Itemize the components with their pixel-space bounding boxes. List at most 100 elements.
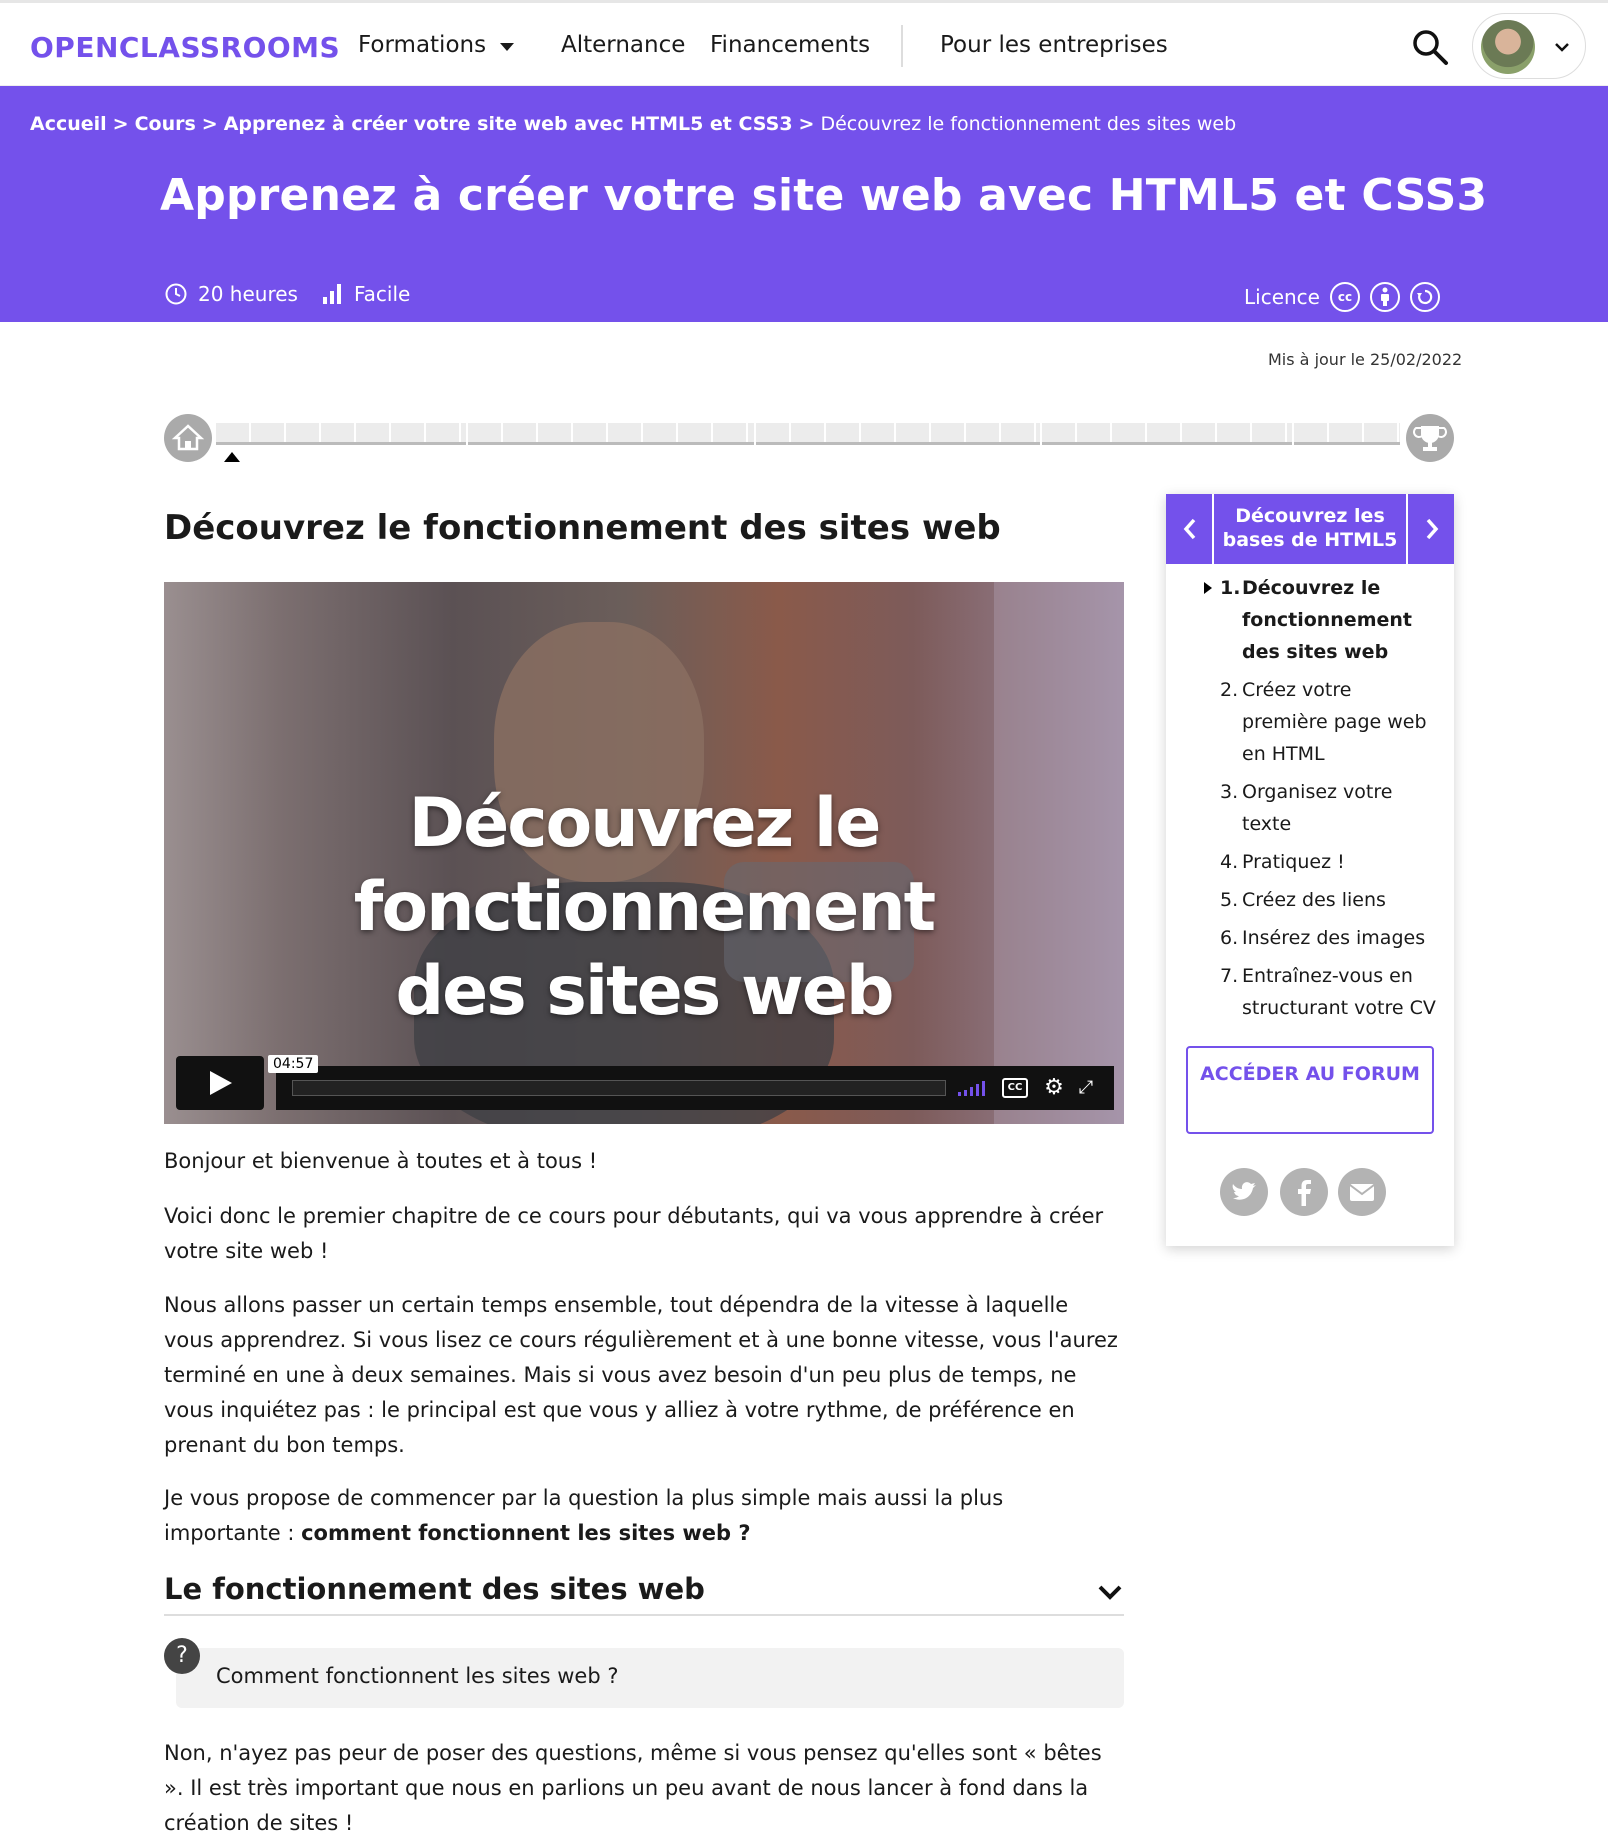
chevron-down-icon[interactable] — [1096, 1582, 1124, 1602]
nav-divider — [901, 25, 903, 67]
video-scrubber[interactable] — [292, 1080, 946, 1096]
course-level: Facile — [320, 282, 410, 306]
next-part-button[interactable] — [1406, 494, 1454, 564]
section-header[interactable]: Le fonctionnement des sites web — [164, 1568, 1124, 1616]
licence[interactable]: Licence cc — [1244, 282, 1440, 312]
course-title: Apprenez à créer votre site web avec HTM… — [160, 170, 1488, 221]
chapter-list: 1. Découvrez le fonctionnement des sites … — [1166, 572, 1454, 1030]
caret-down-icon[interactable] — [500, 43, 514, 51]
course-progress-bar — [164, 414, 1454, 462]
video-duration: 04:57 — [268, 1055, 319, 1073]
breadcrumb-home[interactable]: Accueil — [30, 113, 107, 135]
question-callout: ? Comment fonctionnent les sites web ? — [164, 1638, 1124, 1708]
search-icon[interactable] — [1410, 27, 1450, 67]
chapter-number: 3. — [1220, 781, 1239, 803]
chevron-left-icon — [1183, 518, 1196, 540]
volume-icon[interactable] — [958, 1080, 990, 1096]
captions-icon[interactable]: CC — [1002, 1078, 1028, 1098]
chapter-item-5[interactable]: 5. Créez des liens — [1166, 884, 1454, 916]
avatar — [1481, 20, 1535, 74]
chapter-label: Organisez votre texte — [1242, 781, 1393, 835]
last-updated: Mis à jour le 25/02/2022 — [1268, 350, 1463, 369]
chapter-item-1[interactable]: 1. Découvrez le fonctionnement des sites … — [1166, 572, 1454, 668]
chapter-label: Entraînez-vous en structurant votre CV — [1242, 965, 1436, 1019]
video-controls: CC ⚙ ⤢ — [276, 1066, 1114, 1110]
course-outline-sidebar: Découvrez les bases de HTML5 1. Découvrez… — [1166, 494, 1454, 1246]
licence-label: Licence — [1244, 285, 1320, 309]
paragraph: Je vous propose de commencer par la ques… — [164, 1481, 1124, 1551]
settings-gear-icon[interactable]: ⚙ — [1042, 1076, 1066, 1100]
video-overlay-title: Découvrez le fonctionnement des sites we… — [164, 782, 1124, 1034]
share-alike-icon — [1409, 282, 1440, 312]
trophy-icon[interactable] — [1406, 414, 1454, 462]
nav-alternance[interactable]: Alternance — [561, 32, 685, 58]
mail-icon[interactable] — [1338, 1168, 1386, 1216]
chapter-item-7[interactable]: 7. Entraînez-vous en structurant votre CV — [1166, 960, 1454, 1024]
video-title-line-1: Découvrez le fonctionnement — [353, 784, 936, 947]
chapter-label: Insérez des images — [1242, 927, 1426, 949]
chapter-number: 7. — [1220, 965, 1239, 987]
breadcrumb-separator: > — [201, 113, 218, 135]
part-title[interactable]: Découvrez les bases de HTML5 — [1216, 504, 1404, 552]
question-text: Comment fonctionnent les sites web ? — [216, 1664, 619, 1688]
chapter-label: Pratiquez ! — [1242, 851, 1345, 873]
profile-menu-button[interactable] — [1472, 13, 1586, 79]
paragraph: Bonjour et bienvenue à toutes et à tous … — [164, 1149, 598, 1173]
chapter-title: Découvrez le fonctionnement des sites we… — [164, 508, 1001, 548]
progress-part-2[interactable] — [468, 423, 754, 445]
chapter-label: Découvrez le fonctionnement des sites we… — [1242, 577, 1412, 663]
nav-financements[interactable]: Financements — [710, 32, 870, 58]
facebook-icon[interactable] — [1280, 1168, 1328, 1216]
home-icon[interactable] — [164, 414, 212, 462]
nav-formations[interactable]: Formations — [358, 32, 486, 58]
chevron-down-icon — [1555, 43, 1569, 52]
course-hero-banner: Accueil > Cours > Apprenez à créer votre sit… — [0, 86, 1608, 322]
breadcrumb-courses[interactable]: Cours — [135, 113, 196, 135]
progress-part-3[interactable] — [756, 423, 1040, 445]
breadcrumb-separator: > — [112, 113, 129, 135]
progress-part-1[interactable] — [216, 423, 466, 445]
breadcrumb-current: Découvrez le fonctionnement des sites we… — [820, 113, 1237, 135]
chapter-item-2[interactable]: 2. Créez votre première page web en HTML — [1166, 674, 1454, 770]
chevron-right-icon — [1426, 518, 1439, 540]
nav-pour-les-entreprises[interactable]: Pour les entreprises — [940, 32, 1168, 58]
paragraph-bold-text: comment fonctionnent les sites web ? — [301, 1521, 751, 1545]
course-duration: 20 heures — [164, 282, 298, 306]
chapter-item-3[interactable]: 3. Organisez votre texte — [1166, 776, 1454, 840]
duration-label: 20 heures — [198, 282, 298, 306]
progress-part-5[interactable] — [1294, 423, 1400, 445]
attribution-icon — [1369, 282, 1400, 312]
level-label: Facile — [354, 282, 411, 306]
top-navigation-bar: OPENCLASSROOMS Formations Alternance Fin… — [0, 0, 1608, 86]
chapter-number: 1. — [1220, 577, 1241, 599]
play-button[interactable] — [176, 1056, 264, 1110]
chapter-item-4[interactable]: 4. Pratiquez ! — [1166, 846, 1454, 878]
video-player[interactable]: Découvrez le fonctionnement des sites we… — [164, 582, 1124, 1124]
paragraph: Voici donc le premier chapitre de ce cou… — [164, 1204, 1104, 1263]
paragraph: Non, n'ayez pas peur de poser des questi… — [164, 1741, 1102, 1835]
chapter-number: 2. — [1220, 679, 1239, 701]
creative-commons-icon: cc — [1329, 282, 1360, 312]
current-chapter-marker — [1204, 582, 1212, 594]
section-title: Le fonctionnement des sites web — [164, 1572, 705, 1606]
breadcrumb-course[interactable]: Apprenez à créer votre site web avec HTM… — [224, 113, 793, 135]
twitter-icon[interactable] — [1220, 1168, 1268, 1216]
breadcrumb-separator: > — [798, 113, 815, 135]
question-icon: ? — [164, 1638, 200, 1674]
chapter-number: 5. — [1220, 889, 1239, 911]
current-position-marker — [224, 452, 240, 462]
chapter-number: 6. — [1220, 927, 1239, 949]
breadcrumb: Accueil > Cours > Apprenez à créer votre sit… — [30, 113, 1236, 135]
video-title-line-2: des sites web — [395, 952, 894, 1031]
previous-part-button[interactable] — [1166, 494, 1214, 564]
forum-button[interactable]: ACCÉDER AU FORUM — [1186, 1046, 1434, 1134]
chapter-item-6[interactable]: 6. Insérez des images — [1166, 922, 1454, 954]
fullscreen-icon[interactable]: ⤢ — [1074, 1076, 1098, 1100]
difficulty-bars-icon — [323, 284, 341, 304]
chapter-number: 4. — [1220, 851, 1239, 873]
openclassrooms-logo[interactable]: OPENCLASSROOMS — [30, 31, 340, 64]
progress-part-4[interactable] — [1042, 423, 1292, 445]
clock-icon — [165, 283, 187, 305]
chapter-label: Créez votre première page web en HTML — [1242, 679, 1427, 765]
chapter-label: Créez des liens — [1242, 889, 1386, 911]
